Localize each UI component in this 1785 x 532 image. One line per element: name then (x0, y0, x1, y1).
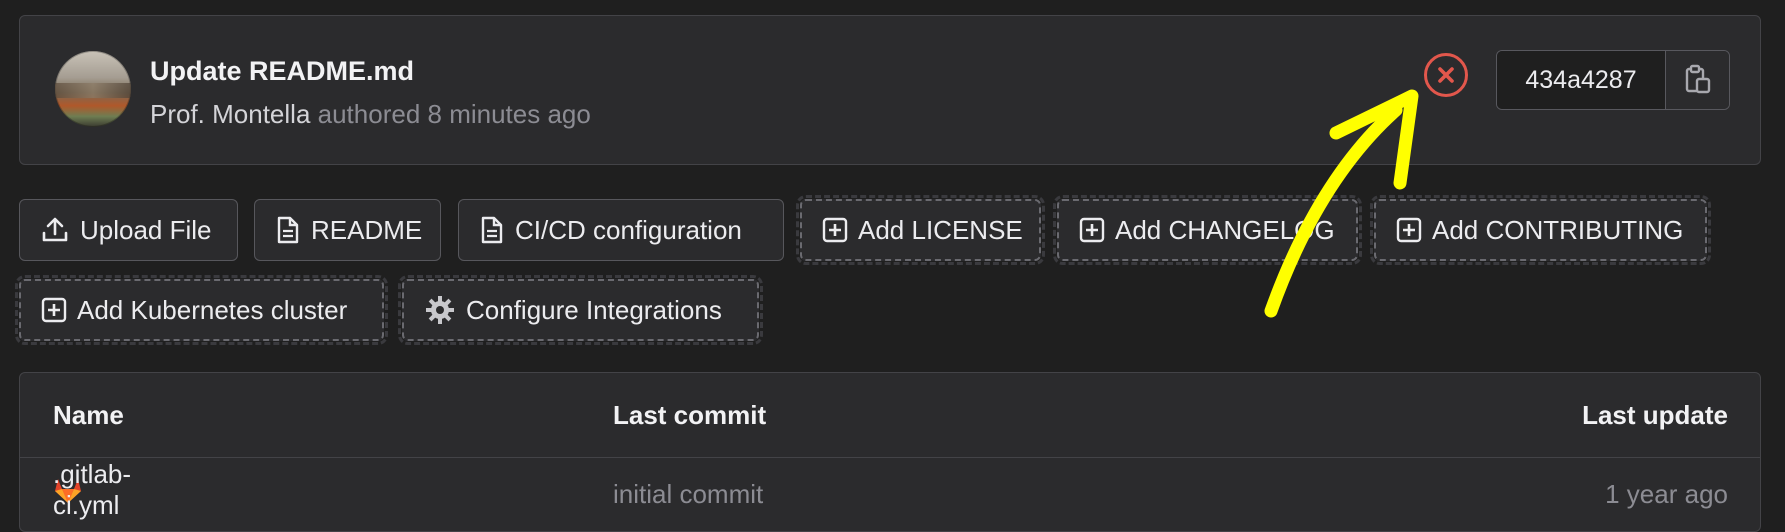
commit-sha[interactable]: 434a4287 (1497, 51, 1665, 109)
file-last-commit[interactable]: initial commit (613, 479, 763, 510)
upload-file-button[interactable]: Upload File (19, 199, 238, 261)
table-header: Name Last commit Last update (20, 373, 1760, 458)
add-kubernetes-cluster-label: Add Kubernetes cluster (77, 294, 348, 325)
commit-authored-time: authored 8 minutes ago (317, 99, 591, 129)
avatar[interactable] (55, 51, 131, 127)
file-name[interactable]: .gitlab-ci.yml (53, 459, 131, 521)
column-header-name: Name (53, 400, 124, 430)
configure-integrations-button[interactable]: Configure Integrations (398, 275, 763, 345)
upload-file-label: Upload File (80, 214, 212, 245)
column-header-last-commit: Last commit (613, 400, 767, 430)
add-changelog-label: Add CHANGELOG (1115, 214, 1335, 245)
commit-meta: Prof. Montella authored 8 minutes ago (150, 99, 591, 130)
file-icon (481, 216, 503, 244)
close-icon (1438, 67, 1454, 83)
add-contributing-label: Add CONTRIBUTING (1432, 214, 1684, 245)
configure-integrations-label: Configure Integrations (466, 294, 722, 325)
add-license-label: Add LICENSE (858, 214, 1023, 245)
upload-icon (42, 217, 68, 242)
plus-square-icon (822, 217, 848, 243)
plus-square-icon (41, 297, 67, 323)
column-header-last-update: Last update (1582, 400, 1728, 430)
commit-sha-group: 434a4287 (1496, 50, 1730, 110)
file-name-cell[interactable]: .gitlab-ci.yml (53, 459, 131, 520)
file-tree-table: Name Last commit Last update .gitlab-ci.… (19, 372, 1761, 532)
commit-title[interactable]: Update README.md (150, 56, 414, 87)
add-contributing-button[interactable]: Add CONTRIBUTING (1370, 195, 1711, 265)
cicd-configuration-button[interactable]: CI/CD configuration (458, 199, 784, 261)
commit-author[interactable]: Prof. Montella (150, 99, 310, 129)
gear-icon (426, 296, 454, 324)
plus-square-icon (1079, 217, 1105, 243)
file-icon (277, 216, 299, 244)
copy-sha-button[interactable] (1665, 51, 1729, 109)
table-row[interactable]: .gitlab-ci.yml initial commit 1 year ago (20, 457, 1760, 531)
plus-square-icon (1396, 217, 1422, 243)
add-license-button[interactable]: Add LICENSE (796, 195, 1045, 265)
add-kubernetes-cluster-button[interactable]: Add Kubernetes cluster (15, 275, 388, 345)
add-changelog-button[interactable]: Add CHANGELOG (1053, 195, 1362, 265)
last-commit-panel: Update README.md Prof. Montella authored… (19, 15, 1761, 165)
pipeline-status-failed-icon[interactable] (1424, 53, 1468, 97)
clipboard-icon (1685, 64, 1710, 94)
file-last-update: 1 year ago (1605, 479, 1728, 509)
cicd-configuration-label: CI/CD configuration (515, 214, 742, 245)
readme-label: README (311, 214, 423, 245)
readme-button[interactable]: README (254, 199, 441, 261)
